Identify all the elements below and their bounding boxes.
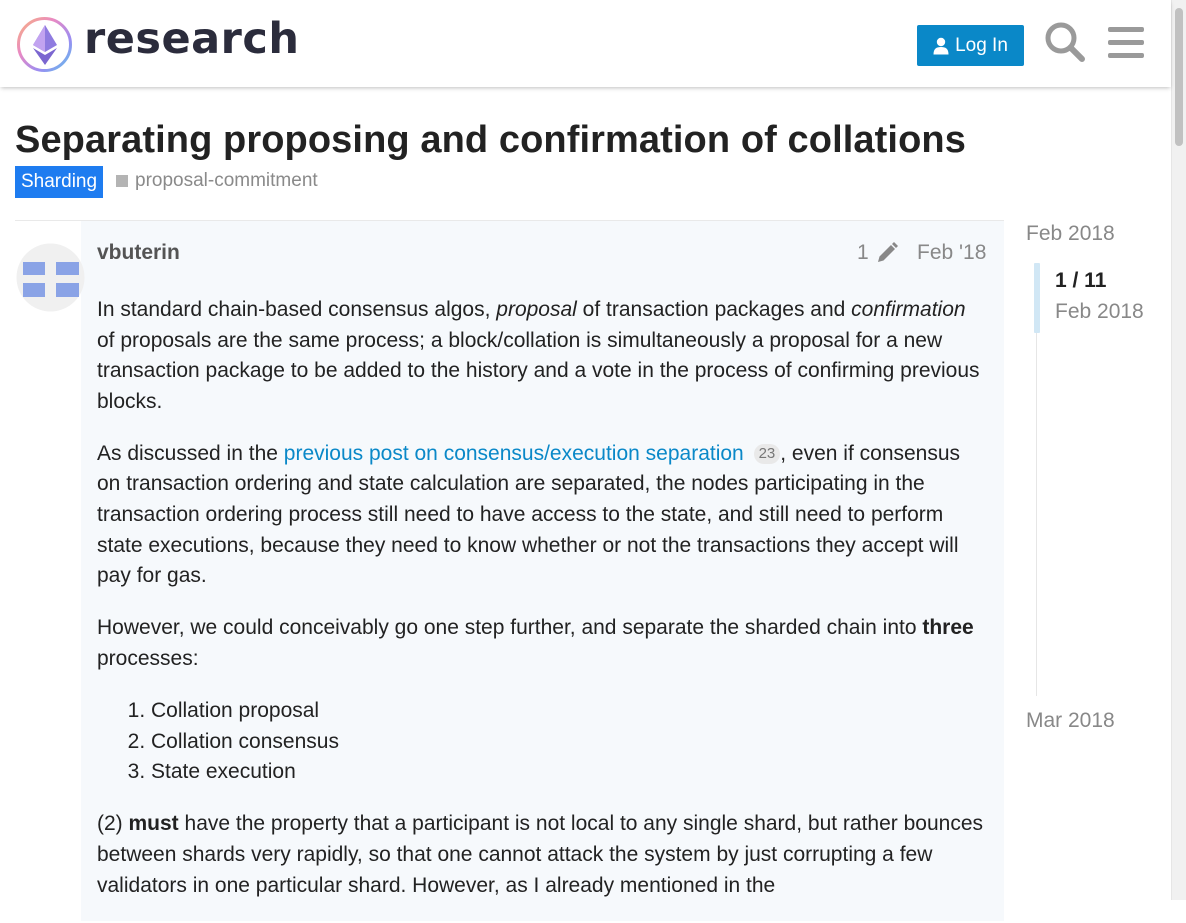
link-click-count: 23 xyxy=(753,443,781,464)
strong-three: three xyxy=(922,616,974,640)
paragraph-2: As discussed in the previous post on con… xyxy=(97,439,987,592)
hamburger-menu-icon[interactable] xyxy=(1104,20,1148,64)
paragraph-4: (2) must have the property that a partic… xyxy=(97,809,987,901)
category-badge[interactable]: Sharding xyxy=(15,166,104,198)
post-username[interactable]: vbuterin xyxy=(97,241,180,265)
text: (2) xyxy=(97,812,129,836)
page-scrollbar[interactable] xyxy=(1171,0,1186,900)
timeline-position-date: Feb 2018 xyxy=(1055,300,1144,323)
post-content: In standard chain-based consensus algos,… xyxy=(97,295,987,923)
text: processes: xyxy=(97,646,199,670)
user-icon xyxy=(933,37,949,54)
edit-count: 1 xyxy=(857,241,869,264)
paragraph-1: In standard chain-based consensus algos,… xyxy=(97,295,987,417)
scrollbar-thumb[interactable] xyxy=(1175,8,1183,146)
emphasis-confirmation: confirmation xyxy=(851,298,966,321)
list-item: State execution xyxy=(151,757,987,788)
pencil-icon xyxy=(877,242,898,262)
text: However, we could conceivably go one ste… xyxy=(97,616,923,640)
emphasis-proposal: proposal xyxy=(496,298,577,321)
text: As discussed in the xyxy=(97,441,284,465)
site-brand[interactable]: research xyxy=(84,14,299,64)
topic-title[interactable]: Separating proposing and confirmation of… xyxy=(15,119,966,162)
timeline-handle[interactable] xyxy=(1034,263,1040,333)
avatar-icon[interactable] xyxy=(16,243,85,312)
post-date[interactable]: Feb '18 xyxy=(917,241,986,265)
text: have the property that a participant is … xyxy=(97,812,984,897)
previous-post-link[interactable]: previous post on consensus/execution sep… xyxy=(284,442,744,465)
timeline-start-date[interactable]: Feb 2018 xyxy=(1026,222,1115,246)
paragraph-3: However, we could conceivably go one ste… xyxy=(97,613,987,674)
timeline-position: 1 / 11 xyxy=(1055,269,1107,292)
text: of transaction packages and xyxy=(576,298,852,321)
text: In standard chain-based consensus algos, xyxy=(97,298,497,321)
topic-tag[interactable]: proposal-commitment xyxy=(116,167,318,195)
strong-must: must xyxy=(128,812,179,836)
logo-icon[interactable] xyxy=(16,16,73,73)
site-header: research Log In xyxy=(0,0,1171,87)
text: of proposals are the same process; a blo… xyxy=(97,328,980,413)
post-edit-history[interactable]: 1 xyxy=(857,241,899,265)
search-icon[interactable] xyxy=(1043,20,1087,64)
tag-square-icon xyxy=(116,175,128,187)
list-item: Collation proposal xyxy=(151,696,987,727)
topic-tag-label: proposal-commitment xyxy=(135,170,318,191)
list-item: Collation consensus xyxy=(151,727,987,758)
login-button[interactable]: Log In xyxy=(917,25,1024,66)
timeline-end-date[interactable]: Mar 2018 xyxy=(1026,709,1115,733)
process-list: Collation proposal Collation consensus S… xyxy=(151,696,987,788)
login-button-label: Log In xyxy=(955,34,1008,56)
